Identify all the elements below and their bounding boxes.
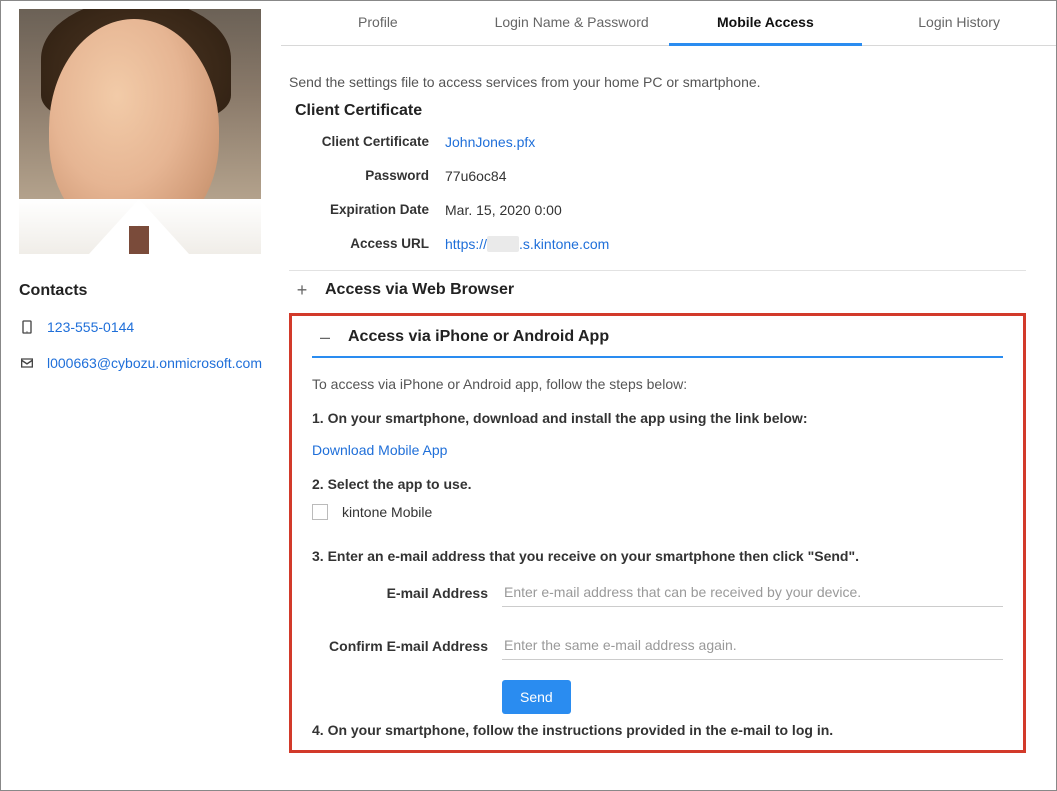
email-field[interactable] — [502, 578, 1003, 607]
accordion-app-section: – Access via iPhone or Android App To ac… — [289, 313, 1026, 753]
app-intro-text: To access via iPhone or Android app, fol… — [312, 376, 1003, 392]
checkbox-label: kintone Mobile — [342, 504, 432, 520]
tab-login-history[interactable]: Login History — [862, 1, 1056, 45]
cert-row-url: Access URL https://xxxx.s.kintone.com — [289, 236, 1026, 252]
step-2: 2. Select the app to use. — [312, 476, 1003, 492]
step-1: 1. On your smartphone, download and inst… — [312, 410, 1003, 426]
intro-text: Send the settings file to access service… — [289, 74, 1026, 90]
cert-row-password: Password 77u6oc84 — [289, 168, 1026, 184]
step-3: 3. Enter an e-mail address that you rece… — [312, 548, 1003, 564]
avatar — [19, 9, 261, 254]
contact-phone-row: 123-555-0144 — [19, 318, 263, 338]
contact-email-link[interactable]: l000663@cybozu.onmicrosoft.com — [47, 354, 262, 374]
confirm-email-field[interactable] — [502, 631, 1003, 660]
cert-url-link[interactable]: https://xxxx.s.kintone.com — [445, 236, 609, 252]
contacts-heading: Contacts — [19, 282, 263, 300]
cert-expiration-value: Mar. 15, 2020 0:00 — [445, 202, 562, 218]
main-content: Profile Login Name & Password Mobile Acc… — [281, 1, 1056, 790]
contact-phone-link[interactable]: 123-555-0144 — [47, 318, 134, 338]
confirm-email-label: Confirm E-mail Address — [312, 638, 502, 654]
client-cert-title: Client Certificate — [295, 102, 1026, 120]
tab-login-password[interactable]: Login Name & Password — [475, 1, 669, 45]
checkbox-kintone-mobile[interactable] — [312, 504, 328, 520]
cert-label: Client Certificate — [289, 134, 445, 150]
cert-file-link[interactable]: JohnJones.pfx — [445, 134, 535, 150]
accordion-web-title: Access via Web Browser — [325, 281, 514, 299]
minus-icon: – — [318, 330, 332, 344]
accordion-web-browser[interactable]: + Access via Web Browser — [289, 270, 1026, 311]
url-suffix: .s.kintone.com — [519, 236, 609, 252]
cert-row-client-certificate: Client Certificate JohnJones.pfx — [289, 134, 1026, 150]
phone-icon — [19, 319, 35, 335]
send-button[interactable]: Send — [502, 680, 571, 714]
accordion-app-header[interactable]: – Access via iPhone or Android App — [312, 328, 1003, 358]
url-redacted: xxxx — [487, 236, 519, 252]
cert-label: Access URL — [289, 236, 445, 252]
accordion-app-title: Access via iPhone or Android App — [348, 328, 609, 346]
email-label: E-mail Address — [312, 585, 502, 601]
checkbox-row-kintone-mobile: kintone Mobile — [312, 504, 1003, 520]
email-icon — [19, 355, 35, 371]
tab-profile[interactable]: Profile — [281, 1, 475, 45]
cert-label: Password — [289, 168, 445, 184]
tabs: Profile Login Name & Password Mobile Acc… — [281, 1, 1056, 46]
contact-email-row: l000663@cybozu.onmicrosoft.com — [19, 354, 263, 374]
cert-label: Expiration Date — [289, 202, 445, 218]
cert-row-expiration: Expiration Date Mar. 15, 2020 0:00 — [289, 202, 1026, 218]
cert-password-value: 77u6oc84 — [445, 168, 507, 184]
email-row: E-mail Address — [312, 578, 1003, 607]
url-prefix: https:// — [445, 236, 487, 252]
step-4: 4. On your smartphone, follow the instru… — [312, 722, 1003, 738]
sidebar: Contacts 123-555-0144 l000663@cybozu.onm… — [1, 1, 281, 790]
tab-mobile-access[interactable]: Mobile Access — [669, 1, 863, 46]
plus-icon: + — [295, 283, 309, 297]
confirm-email-row: Confirm E-mail Address — [312, 631, 1003, 660]
download-mobile-app-link[interactable]: Download Mobile App — [312, 442, 447, 458]
